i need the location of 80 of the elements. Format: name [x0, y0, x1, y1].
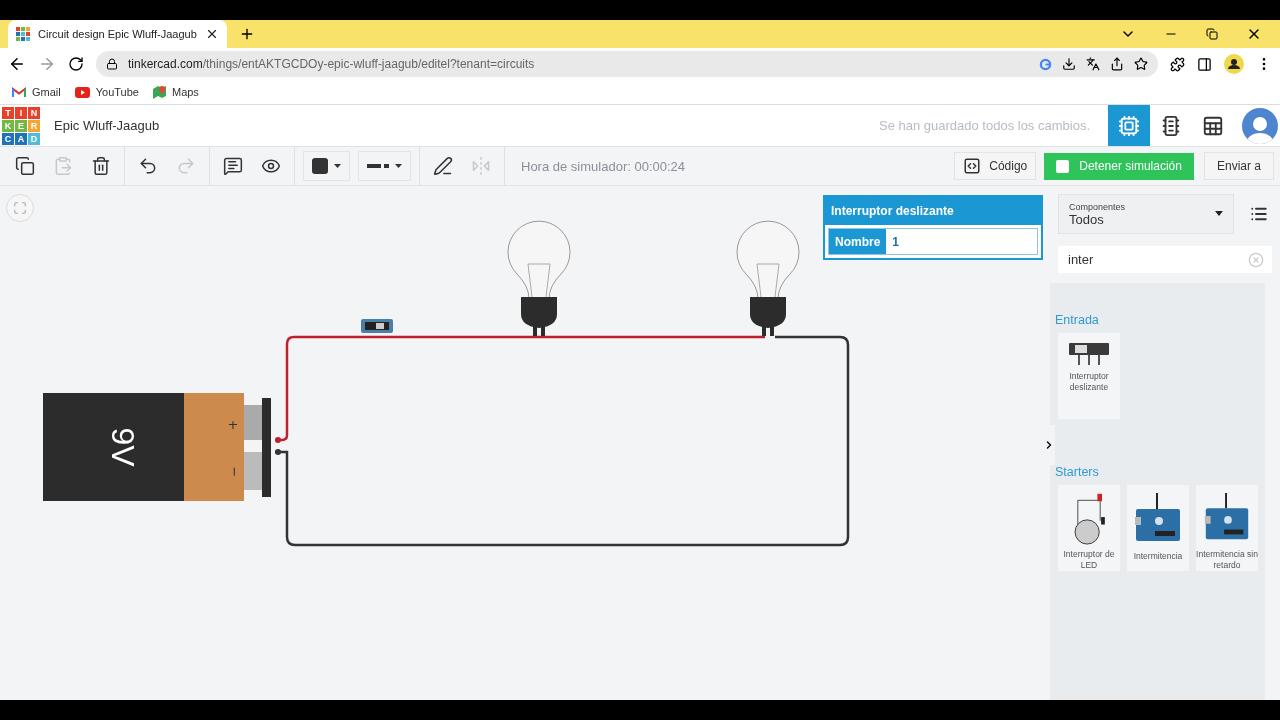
color-dropdown[interactable]: [303, 151, 350, 181]
breadboard-icon: [1118, 114, 1140, 137]
map-pin-icon: [152, 85, 166, 99]
tab-title: Circuit design Epic Wluff-Jaagub: [38, 28, 197, 40]
minus-terminal-label: −: [226, 466, 242, 478]
redo-icon: [176, 156, 196, 176]
battery[interactable]: [43, 393, 281, 501]
slide-switch[interactable]: [361, 319, 393, 333]
reload-icon: [68, 56, 84, 72]
forward-icon: [38, 55, 56, 73]
save-status: Se han guardado todos los cambios.: [878, 118, 1090, 133]
simulator-time: Hora de simulador: 00:00:24: [521, 158, 686, 174]
extensions-icon: [1170, 56, 1185, 72]
profile-icon: [1224, 54, 1244, 74]
url-text: tinkercad.com/things/entAKTGCDOy-epic-wluff-jaagub/editel?tenant=circuits: [128, 57, 536, 71]
fit-icon: [13, 201, 27, 215]
eye-icon: [261, 156, 281, 176]
line-style-icon: [367, 164, 389, 168]
component-card[interactable]: Interruptor deslizante: [1058, 333, 1120, 419]
bookmark-link[interactable]: Maps: [152, 85, 199, 99]
trash-icon: [91, 156, 111, 176]
component-card[interactable]: Intermitencia: [1127, 485, 1189, 571]
logo-letter: K: [2, 119, 14, 132]
share-icon: [1110, 57, 1124, 71]
clear-icon: [1248, 251, 1264, 268]
line-style-dropdown[interactable]: [358, 151, 411, 181]
pen-icon: [433, 156, 453, 176]
logo-letter: R: [28, 119, 40, 132]
caret-icon: [1215, 211, 1223, 216]
bookmark-link[interactable]: YouTube: [74, 86, 139, 98]
field-label: Nombre: [829, 229, 887, 254]
back-icon: [8, 55, 26, 73]
logo-letter: C: [2, 132, 14, 145]
stop-icon: [1056, 159, 1070, 173]
caret-icon: [334, 164, 341, 168]
light-bulb[interactable]: [507, 220, 571, 336]
mail-icon: [12, 86, 26, 98]
site-icon: [16, 27, 30, 41]
caret-icon: [395, 164, 402, 168]
translate-icon: [1086, 57, 1100, 71]
code-button[interactable]: Código: [954, 152, 1037, 180]
bookmark-link[interactable]: Gmail: [12, 86, 61, 98]
play-icon: [74, 86, 90, 98]
note-icon: [223, 156, 243, 176]
copy-icon: [15, 156, 35, 176]
search-field[interactable]: inter: [1058, 246, 1272, 273]
restore-icon: [1206, 28, 1218, 40]
code-icon: [963, 157, 982, 175]
install-icon: [1062, 57, 1076, 71]
address-bar[interactable]: tinkercad.com/things/entAKTGCDOy-epic-wluff-jaagub/editel?tenant=circuits: [96, 51, 1158, 77]
logo-letter: N: [28, 106, 40, 119]
chip-icon: [1160, 114, 1182, 137]
component-card[interactable]: Interruptor de LED: [1058, 485, 1120, 571]
logo-letter: T: [2, 106, 14, 119]
lock-icon: [106, 58, 118, 70]
list-icon: [1250, 205, 1268, 223]
components-dropdown[interactable]: Componentes Todos: [1058, 194, 1234, 234]
table-icon: [1202, 114, 1224, 137]
paste-icon: [53, 156, 73, 176]
google-icon: [1039, 57, 1052, 71]
battery-label: 9V: [104, 427, 141, 467]
star-icon: [1134, 57, 1148, 71]
section-title: Entrada: [1055, 313, 1100, 327]
name-field[interactable]: Nombre 1: [828, 228, 1038, 255]
plus-terminal-label: +: [227, 416, 239, 432]
browser-tab[interactable]: Circuit design Epic Wluff-Jaagub: [8, 20, 227, 48]
color-swatch-icon: [312, 158, 328, 174]
panel-title: Interruptor deslizante: [825, 197, 1041, 225]
logo-letter: A: [15, 132, 27, 145]
design-title: Epic Wluff-Jaagub: [54, 118, 160, 133]
send-button[interactable]: Enviar a: [1203, 152, 1274, 180]
mirror-icon: [471, 156, 491, 176]
component-card[interactable]: Intermitencia sin retardo: [1196, 485, 1258, 571]
logo-letter: D: [28, 132, 40, 145]
side-panel-icon: [1197, 56, 1212, 72]
light-bulb[interactable]: [736, 220, 800, 336]
undo-icon: [138, 156, 158, 176]
section-title: Starters: [1055, 465, 1100, 479]
logo-letter: E: [15, 119, 27, 132]
logo-letter: I: [15, 106, 27, 119]
